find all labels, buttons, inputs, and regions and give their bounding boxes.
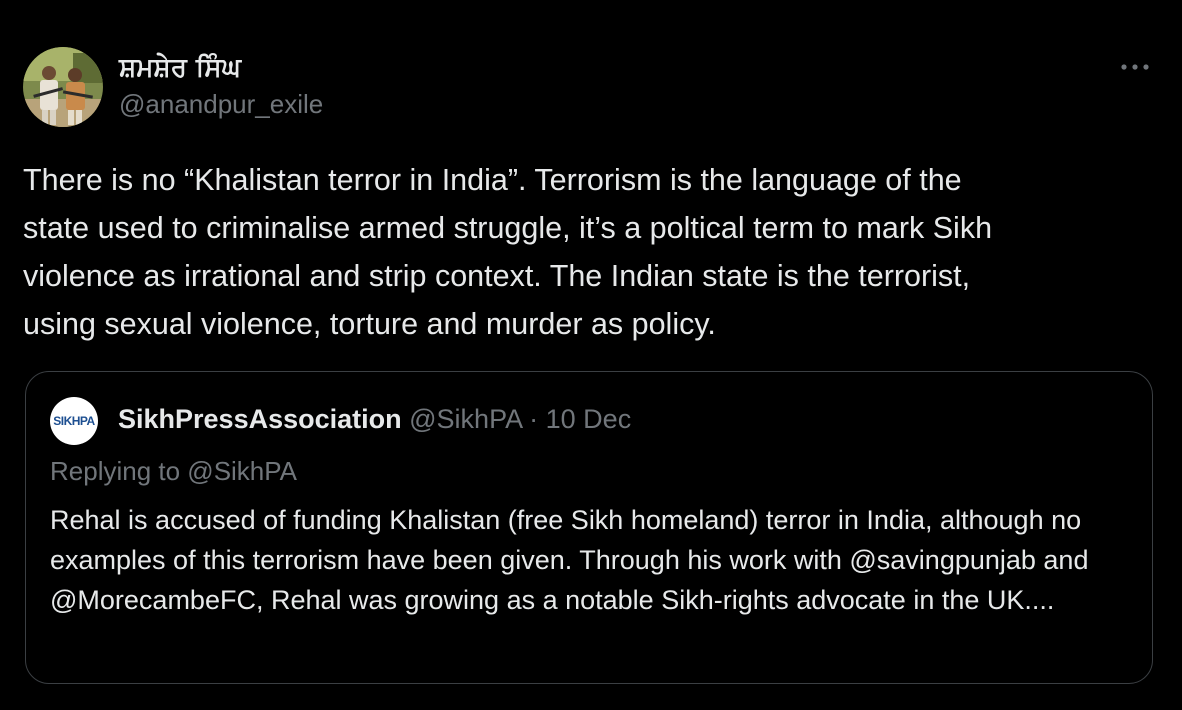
quoted-author-avatar[interactable]: SIKHPA xyxy=(50,397,98,445)
ellipsis-icon xyxy=(1121,64,1149,70)
quoted-author-handle[interactable]: @SikhPA xyxy=(409,404,521,434)
more-options-button[interactable] xyxy=(1115,52,1155,82)
author-avatar[interactable] xyxy=(23,47,103,127)
quoted-tweet-date[interactable]: 10 Dec xyxy=(546,404,632,434)
avatar-photo xyxy=(23,47,103,127)
quoted-tweet-header: SikhPressAssociation @SikhPA · 10 Dec xyxy=(118,402,631,436)
quoted-tweet-text: Rehal is accused of funding Khalistan (f… xyxy=(50,505,1089,615)
quoted-author-name[interactable]: SikhPressAssociation xyxy=(118,404,402,434)
quoted-tweet[interactable]: SIKHPA SikhPressAssociation @SikhPA · 10… xyxy=(25,371,1153,684)
quoted-avatar-logo: SIKHPA xyxy=(53,414,95,428)
author-handle[interactable]: @anandpur_exile xyxy=(119,89,323,120)
tweet-text: There is no “Khalistan terror in India”.… xyxy=(23,163,993,341)
tweet: ਸ਼ਮਸ਼ੇਰ ਸਿੰਘ @anandpur_exile There is no… xyxy=(0,0,1182,710)
header-separator: · xyxy=(529,404,539,434)
replying-to-label: Replying to @SikhPA xyxy=(50,456,298,486)
author-name[interactable]: ਸ਼ਮਸ਼ੇਰ ਸਿੰਘ xyxy=(119,53,241,84)
